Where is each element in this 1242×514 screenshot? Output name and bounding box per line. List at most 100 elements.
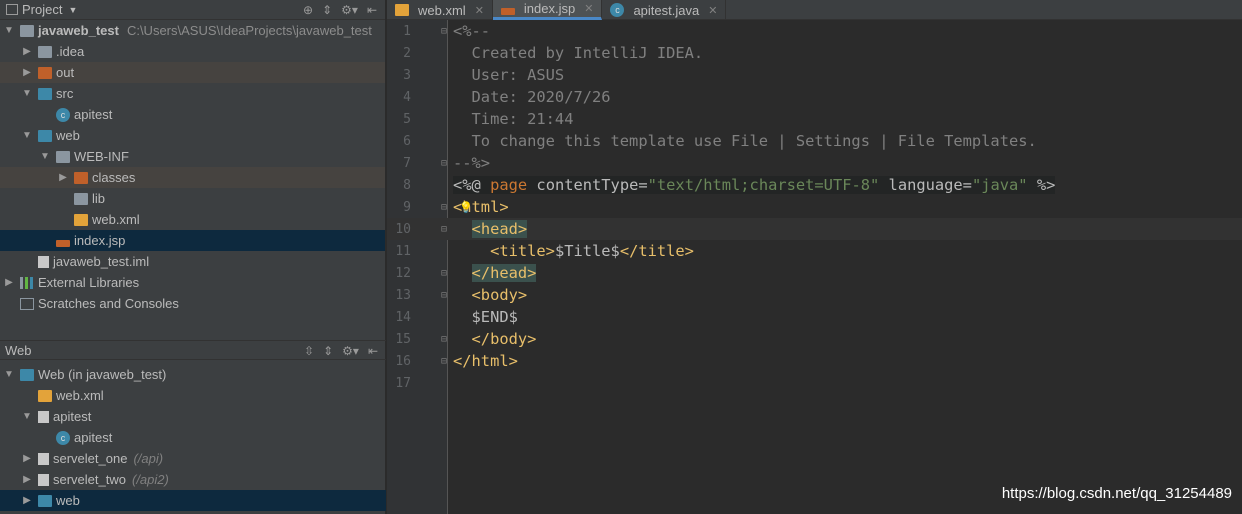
fold-marker-icon[interactable]: ⊟ <box>441 202 447 213</box>
line-number: 11 <box>395 243 411 259</box>
fold-marker-icon[interactable]: ⊟ <box>441 356 447 367</box>
hide-icon[interactable]: ⇤ <box>367 3 377 17</box>
fold-marker-icon[interactable]: ⊟ <box>441 26 447 37</box>
fold-marker-icon[interactable]: ⊟ <box>441 224 447 235</box>
chevron-down-icon[interactable]: ▼ <box>20 130 34 141</box>
line-number: 3 <box>403 67 411 83</box>
tree-item[interactable]: ▶ servelet_one (/api) <box>0 448 386 469</box>
tree-item[interactable]: ▼ src <box>0 83 385 104</box>
tree-item[interactable]: ▶ out <box>0 62 385 83</box>
code-line: 14 $END$ <box>387 306 1242 328</box>
close-icon[interactable]: ✕ <box>708 4 717 17</box>
intention-bulb-icon[interactable]: 💡 <box>459 201 473 214</box>
chevron-right-icon[interactable]: ▶ <box>20 474 34 485</box>
fold-marker-icon[interactable]: ⊟ <box>441 290 447 301</box>
servlet-icon <box>38 473 49 486</box>
tree-item-label: web.xml <box>56 388 104 403</box>
tree-item[interactable]: lib <box>0 188 385 209</box>
code-line: 15 </body> ⊟ <box>387 328 1242 350</box>
tree-item-label: web <box>56 128 80 143</box>
tree-item-label: WEB-INF <box>74 149 129 164</box>
line-number: 4 <box>403 89 411 105</box>
tree-item[interactable]: ▶ External Libraries <box>0 272 385 293</box>
hide-icon[interactable]: ⇤ <box>368 344 378 358</box>
module-icon <box>20 24 34 37</box>
chevron-right-icon[interactable]: ▶ <box>56 172 70 183</box>
chevron-down-icon[interactable]: ▼ <box>38 151 52 162</box>
chevron-down-icon[interactable]: ▼ <box>20 411 34 422</box>
code-line: 2 Created by IntelliJ IDEA. <box>387 42 1242 64</box>
tree-item[interactable]: ▼ javaweb_test C:\Users\ASUS\IdeaProjects\… <box>0 20 385 41</box>
tab-apitest-java[interactable]: c apitest.java ✕ <box>602 0 727 20</box>
fold-marker-icon[interactable]: ⊟ <box>441 158 447 169</box>
folder-gray-icon <box>74 192 88 205</box>
tree-item-label: javaweb_test <box>38 23 119 38</box>
xml-icon <box>74 213 88 226</box>
chevron-down-icon[interactable]: ▼ <box>20 88 34 99</box>
editor-tabs: web.xml ✕ index.jsp ✕ c apitest.java ✕ <box>387 0 1242 20</box>
xml-icon <box>38 389 52 402</box>
tree-item-label: .idea <box>56 44 85 59</box>
project-view-selector[interactable]: Project <box>22 2 62 17</box>
chevron-down-icon[interactable]: ▼ <box>68 5 77 15</box>
tree-item[interactable]: web.xml <box>0 209 385 230</box>
code-line: 6 To change this template use File | Set… <box>387 130 1242 152</box>
tree-item-label: web <box>56 493 80 508</box>
tree-item[interactable]: ▼ web <box>0 125 385 146</box>
code-line: 12 </head> ⊟ <box>387 262 1242 284</box>
code-token: <body> <box>453 286 528 304</box>
close-icon[interactable]: ✕ <box>584 2 593 15</box>
collapse-all-icon[interactable]: ⇕ <box>323 344 333 358</box>
line-number: 5 <box>403 111 411 127</box>
web-tree: ▼ Web (in javaweb_test) web.xml ▼ apitest c ap… <box>0 364 386 511</box>
tree-item[interactable]: index.jsp <box>0 230 385 251</box>
tree-item[interactable]: c apitest <box>0 427 386 448</box>
line-number: 2 <box>403 45 411 61</box>
chevron-right-icon[interactable]: ▶ <box>2 277 16 288</box>
chevron-down-icon[interactable]: ▼ <box>2 369 16 380</box>
code-line: 11 <title>$Title$</title> <box>387 240 1242 262</box>
tree-item[interactable]: ▶ .idea <box>0 41 385 62</box>
fold-marker-icon[interactable]: ⊟ <box>441 334 447 345</box>
code-token: "java" <box>971 176 1028 194</box>
tree-item[interactable]: Scratches and Consoles <box>0 293 385 314</box>
collapse-all-icon[interactable]: ⇕ <box>322 3 332 17</box>
locate-icon[interactable]: ⊕ <box>303 3 313 17</box>
tree-item[interactable]: javaweb_test.iml <box>0 251 385 272</box>
folder-gray-icon <box>38 45 52 58</box>
tree-item[interactable]: ▼ WEB-INF <box>0 146 385 167</box>
code-editor[interactable]: 1 <%-- ⊟ 2 Created by IntelliJ IDEA. 3 User:… <box>387 20 1242 394</box>
code-token: </body> <box>453 330 537 348</box>
fold-marker-icon[interactable]: ⊟ <box>441 268 447 279</box>
chevron-right-icon[interactable]: ▶ <box>20 453 34 464</box>
tree-item[interactable]: ▶ classes <box>0 167 385 188</box>
tree-item[interactable]: ▶ web <box>0 490 386 511</box>
chevron-right-icon[interactable]: ▶ <box>20 67 34 78</box>
code-line: 17 <box>387 372 1242 394</box>
tab-web-xml[interactable]: web.xml ✕ <box>387 0 493 20</box>
tree-item[interactable]: ▼ apitest <box>0 406 386 427</box>
tree-item[interactable]: c apitest <box>0 104 385 125</box>
gear-icon[interactable]: ⚙▾ <box>341 3 358 17</box>
tree-item[interactable]: ▶ servelet_two (/api2) <box>0 469 386 490</box>
watermark: https://blog.csdn.net/qq_31254489 <box>1001 485 1232 502</box>
gear-icon[interactable]: ⚙▾ <box>342 344 359 358</box>
servlet-icon <box>38 410 49 423</box>
file-icon <box>38 255 49 268</box>
close-icon[interactable]: ✕ <box>475 4 484 17</box>
folder-blue-icon <box>38 494 52 507</box>
chevron-down-icon[interactable]: ▼ <box>2 25 16 36</box>
tree-item[interactable]: ▼ Web (in javaweb_test) <box>0 364 386 385</box>
chevron-right-icon[interactable]: ▶ <box>20 495 34 506</box>
code-text: Created by IntelliJ IDEA. <box>453 44 704 62</box>
web-panel-header: Web ⇳ ⇕ ⚙▾ ⇤ <box>0 340 386 360</box>
expand-all-icon[interactable]: ⇳ <box>304 344 314 358</box>
code-text: Time: 21:44 <box>453 110 574 128</box>
tab-index-jsp[interactable]: index.jsp ✕ <box>492 0 603 20</box>
chevron-right-icon[interactable]: ▶ <box>20 46 34 57</box>
code-text: </head> <box>453 264 537 282</box>
code-text: </body> <box>453 330 537 348</box>
tree-item[interactable]: web.xml <box>0 385 386 406</box>
tree-item-label: servelet_two <box>53 472 126 487</box>
web-facet-icon <box>20 368 34 381</box>
